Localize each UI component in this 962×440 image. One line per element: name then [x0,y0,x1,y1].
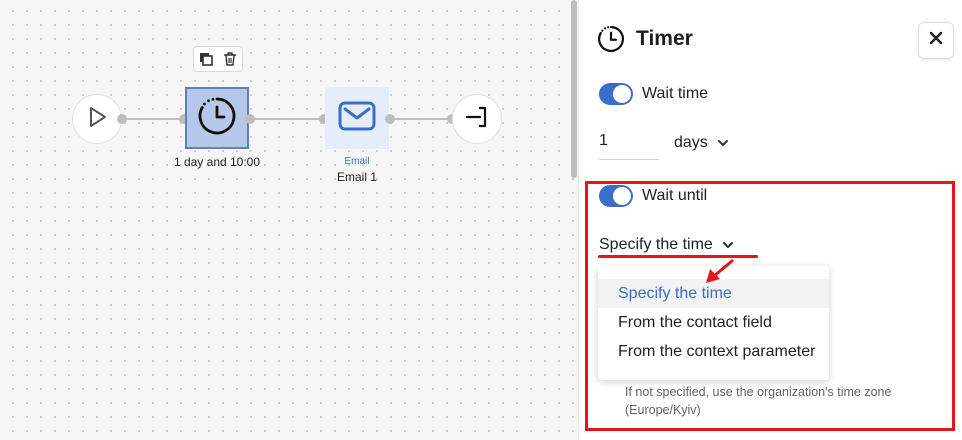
envelope-icon [338,101,376,136]
wait-time-unit-select[interactable]: days [674,134,728,152]
email-node[interactable] [325,87,389,149]
email-node-label: Email 1 [336,170,377,184]
timer-icon [197,96,237,141]
dropdown-option-context-parameter[interactable]: From the context parameter [598,337,829,366]
email-node-output-port[interactable] [385,114,395,124]
timer-node-label: 1 day and 10:00 [173,155,261,169]
close-button[interactable] [918,22,954,59]
toggle-knob [613,85,631,103]
wait-until-mode-select[interactable]: Specify the time [599,236,733,254]
node-toolbar [193,46,243,72]
chevron-down-icon [717,134,728,152]
play-icon [85,105,109,134]
wait-time-toggle[interactable] [599,83,633,105]
dropdown-option-contact-field[interactable]: From the contact field [598,308,829,337]
exit-icon [464,104,490,135]
wait-until-label: Wait until [642,187,708,204]
timer-icon [597,25,625,53]
email-node-type: Email [344,156,370,167]
toggle-knob [613,187,631,205]
wait-until-toggle[interactable] [599,185,633,207]
wait-until-mode-value: Specify the time [599,236,713,253]
annotation-arrow-icon [702,258,736,288]
panel-title: Timer [636,27,693,50]
timezone-hint: If not specified, use the organization's… [625,385,892,417]
copy-icon[interactable] [197,50,215,68]
app-root: 1 day and 10:00 Email Email 1 Timer Wait… [0,0,962,440]
end-node[interactable] [452,94,502,144]
wait-time-unit-value: days [674,134,708,151]
connector-timer-email [250,118,324,120]
connector-email-end [390,118,452,120]
timer-node-output-port[interactable] [245,114,255,124]
trash-icon[interactable] [221,50,239,68]
workflow-canvas[interactable]: 1 day and 10:00 Email Email 1 [0,0,578,440]
timer-node[interactable] [185,87,249,149]
canvas-scrollbar[interactable] [571,0,577,178]
wait-time-label: Wait time [642,85,709,102]
chevron-down-icon [722,236,733,254]
wait-time-value-input[interactable] [599,128,659,160]
timer-settings-panel: Timer Wait time days Wait until Specify … [579,0,962,440]
close-icon [929,31,943,50]
start-node-output-port[interactable] [117,114,127,124]
start-node[interactable] [72,94,122,144]
connector-start-timer [122,118,184,120]
